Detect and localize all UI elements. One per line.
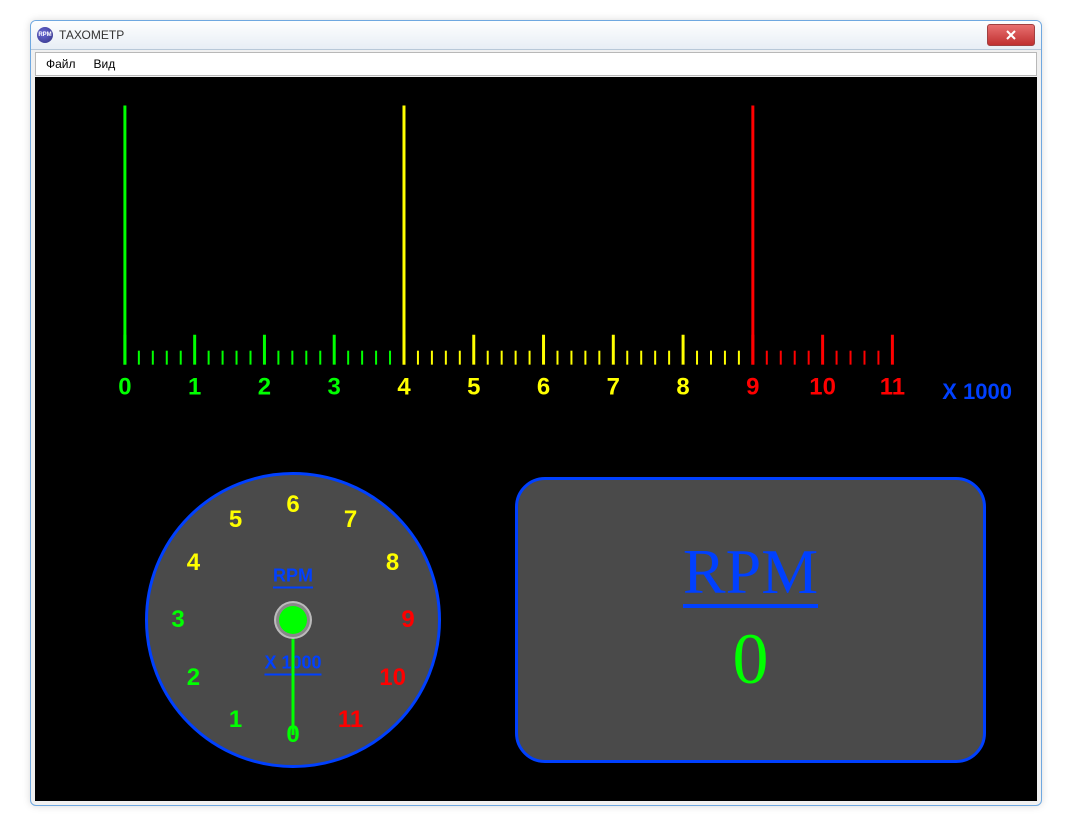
menu-view[interactable]: Вид [88, 55, 122, 73]
window-title: ТАХОМЕТР [59, 28, 124, 42]
scale-label-4: 4 [397, 374, 411, 401]
dial-label-2: 2 [178, 664, 208, 692]
dial-label-1: 1 [221, 706, 251, 734]
linear-tachometer: 0 1 2 3 4 5 6 7 8 9 10 11 X 1000 [95, 105, 1012, 405]
dial-needle [292, 620, 295, 735]
close-button[interactable] [987, 24, 1035, 46]
menu-file[interactable]: Файл [40, 55, 82, 73]
dial-label-5: 5 [221, 506, 251, 534]
readout-value: 0 [733, 618, 769, 701]
app-icon: RPM [37, 27, 53, 43]
scale-label-10: 10 [809, 374, 836, 401]
scale-label-11: 11 [880, 374, 905, 401]
scale-label-1: 1 [188, 374, 201, 401]
close-icon [1005, 29, 1017, 41]
dial-tachometer: 01234567891011 RPM X 1000 [145, 472, 435, 762]
dial-center-hub [279, 606, 307, 634]
scale-label-2: 2 [258, 374, 271, 401]
dial-label-11: 11 [336, 706, 366, 734]
menu-bar: Файл Вид [35, 52, 1037, 76]
dial-label-3: 3 [163, 606, 193, 634]
digital-readout: RPM 0 [515, 477, 986, 763]
scale-label-3: 3 [328, 374, 341, 401]
content-area: 01234567891011 X 1000 01234567891011 RPM… [35, 77, 1037, 801]
dial-label-8: 8 [378, 549, 408, 577]
dial-rpm-label: RPM [273, 565, 313, 588]
dial-label-7: 7 [336, 506, 366, 534]
scale-unit-label: X 1000 [942, 379, 1012, 405]
dial-label-10: 10 [378, 664, 408, 692]
title-bar[interactable]: RPM ТАХОМЕТР [31, 21, 1041, 50]
app-window: RPM ТАХОМЕТР Файл Вид 01234567891011 X 1… [30, 20, 1042, 806]
dial-label-6: 6 [278, 491, 308, 519]
dial-face: 01234567891011 RPM X 1000 [145, 472, 441, 768]
scale-label-0: 0 [118, 374, 131, 401]
scale-label-8: 8 [676, 374, 689, 401]
scale-label-5: 5 [467, 374, 480, 401]
scale-label-9: 9 [746, 374, 759, 401]
linear-scale-svg: 0 1 2 3 4 5 6 7 8 9 10 11 [95, 105, 1012, 405]
scale-label-6: 6 [537, 374, 550, 401]
dial-label-9: 9 [393, 606, 423, 634]
dial-label-4: 4 [178, 549, 208, 577]
scale-label-7: 7 [607, 374, 620, 401]
readout-label: RPM [683, 540, 818, 608]
